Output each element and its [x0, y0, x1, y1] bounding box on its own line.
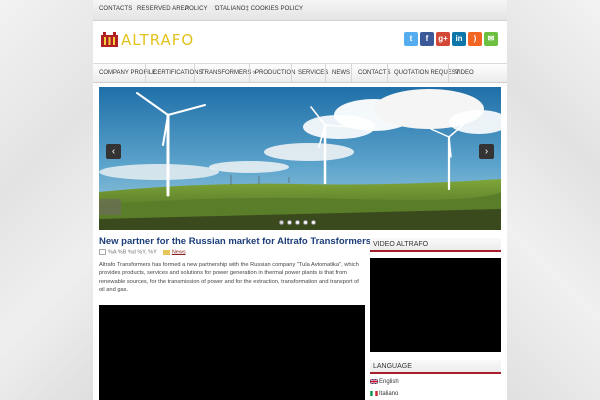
page-container: CONTACTS RESERVED AREA POLICY ΏTALIANO‡ … [93, 0, 507, 400]
facebook-icon[interactable]: f [420, 32, 434, 46]
nav-item-news[interactable]: NEWS [332, 64, 350, 82]
image-slider[interactable]: ‹ › [99, 87, 501, 230]
twitter-icon[interactable]: t [404, 32, 418, 46]
rss-icon[interactable]: ) [468, 32, 482, 46]
nav-divider [325, 64, 326, 82]
linkedin-icon[interactable]: in [452, 32, 466, 46]
language-english[interactable]: English [370, 379, 399, 385]
page-background-left [0, 0, 93, 400]
slider-dot[interactable] [279, 220, 284, 225]
nav-divider [291, 64, 292, 82]
nav-divider [448, 64, 449, 82]
post-date: %A %B %d %Y, %Y [108, 249, 157, 256]
slider-dot[interactable] [295, 220, 300, 225]
nav-item-certifications[interactable]: CERTIFICATIONS [153, 64, 202, 82]
email-icon[interactable]: ✉ [484, 32, 498, 46]
post-video-player[interactable] [99, 305, 365, 400]
slider-dot[interactable] [303, 220, 308, 225]
slider-dot[interactable] [311, 220, 316, 225]
nav-divider [145, 64, 146, 82]
slider-next-button[interactable]: › [479, 144, 494, 159]
wind-turbines-photo [99, 87, 501, 230]
italy-flag-icon [370, 391, 378, 396]
nav-divider [194, 64, 195, 82]
logo-mark-icon [101, 32, 118, 47]
top-bar: CONTACTS RESERVED AREA POLICY ΏTALIANO‡ … [93, 0, 507, 21]
nav-item-video[interactable]: VIDEO [455, 64, 474, 82]
uk-flag-icon [370, 379, 378, 384]
google-plus-icon[interactable]: g+ [436, 32, 450, 46]
language-label: Italiano [379, 391, 399, 398]
slider-dot[interactable] [287, 220, 292, 225]
sidebar-video-heading: VIDEO ALTRAFO [370, 238, 501, 252]
topbar-link-cookies-policy[interactable]: ΏTALIANO‡ COOKIES POLICY [215, 6, 303, 12]
nav-item-contacts[interactable]: CONTACTS [358, 64, 391, 82]
folder-icon [162, 249, 170, 255]
language-label: English [379, 379, 399, 386]
topbar-link-contacts[interactable]: CONTACTS [99, 6, 132, 12]
page-background-right [507, 0, 600, 400]
topbar-link-reserved-area[interactable]: RESERVED AREA [137, 6, 189, 12]
slider-prev-button[interactable]: ‹ [106, 144, 121, 159]
nav-divider [387, 64, 388, 82]
sidebar-language-heading: LANGUAGE [370, 360, 501, 374]
calendar-icon [99, 249, 106, 255]
post-excerpt: Altrafo Transformers has formed a new pa… [99, 262, 359, 294]
language-italiano[interactable]: Italiano [370, 391, 398, 397]
main-nav: COMPANY PROFILE CERTIFICATIONS TRANSFORM… [93, 63, 507, 83]
topbar-link-policy[interactable]: POLICY [185, 6, 208, 12]
nav-item-company-profile[interactable]: COMPANY PROFILE [99, 64, 156, 82]
logo-text: ALTRAFO [121, 31, 195, 49]
post-meta: %A %B %d %Y, %Y News [99, 249, 186, 258]
nav-item-quotation-request[interactable]: QUOTATION REQUEST [394, 64, 459, 82]
sidebar-video-player[interactable] [370, 258, 501, 352]
nav-divider [351, 64, 352, 82]
post-title[interactable]: New partner for the Russian market for A… [99, 236, 371, 247]
post-category-link[interactable]: News [172, 249, 186, 255]
nav-item-production[interactable]: PRODUCTION [255, 64, 295, 82]
nav-divider [249, 64, 250, 82]
nav-item-services[interactable]: SERVICES [298, 64, 328, 82]
